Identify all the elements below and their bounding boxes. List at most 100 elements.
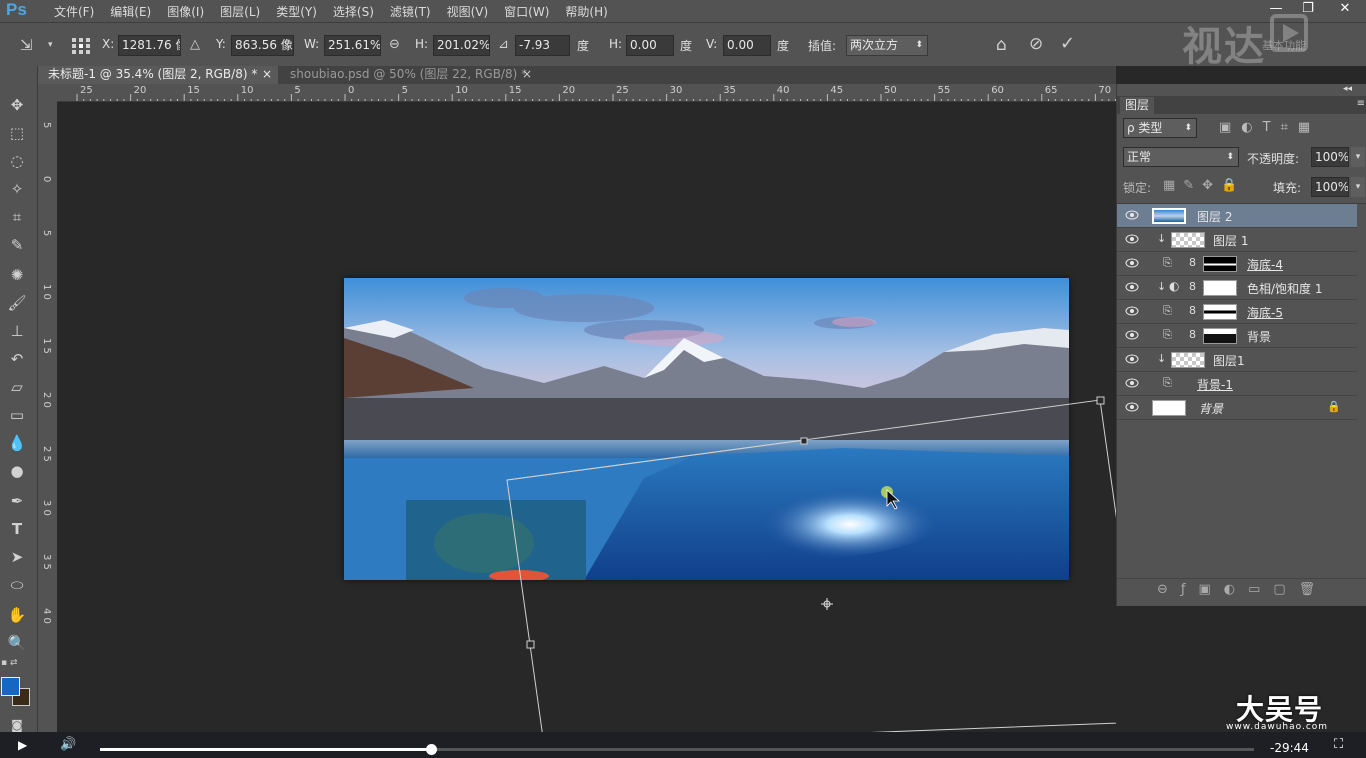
dodge-tool-icon[interactable]: ● <box>5 460 29 482</box>
reference-point-icon[interactable] <box>70 36 92 56</box>
transform-tool-icon[interactable]: ⇲ <box>20 38 33 53</box>
menu-select[interactable]: 选择(S) <box>325 3 382 20</box>
volume-icon[interactable]: 🔊 <box>60 737 76 752</box>
opacity-dropdown-icon[interactable]: ▾ <box>1351 147 1365 167</box>
menu-help[interactable]: 帮助(H) <box>557 3 615 20</box>
transform-handle-left[interactable] <box>526 640 535 649</box>
transform-handle-top-right[interactable] <box>1096 396 1105 405</box>
pen-tool-icon[interactable]: ✒ <box>5 490 29 512</box>
transform-center-icon[interactable] <box>821 598 833 610</box>
magic-wand-tool-icon[interactable]: ✧ <box>5 178 29 200</box>
visibility-eye-icon[interactable] <box>1125 210 1139 220</box>
visibility-eye-icon[interactable] <box>1125 234 1139 244</box>
tab-close-icon[interactable]: × <box>262 66 272 83</box>
panel-menu-icon[interactable]: ≡ <box>1357 98 1365 109</box>
blend-mode-select[interactable]: 正常 ⬍ <box>1123 147 1239 167</box>
ellipse-tool-icon[interactable]: ⬭ <box>5 574 29 596</box>
visibility-eye-icon[interactable] <box>1125 282 1139 292</box>
close-window-button[interactable]: ✕ <box>1324 0 1366 20</box>
menu-layer[interactable]: 图层(L) <box>212 3 268 20</box>
tab-untitled-1[interactable]: 未标题-1 @ 35.4% (图层 2, RGB/8) * × <box>38 66 278 84</box>
marquee-tool-icon[interactable]: ⬚ <box>5 122 29 144</box>
swap-colors-icon[interactable]: ▪ ⇄ <box>1 658 37 670</box>
vertical-ruler[interactable]: 5 0 5 1 0 1 5 2 0 2 5 3 0 3 5 4 0 <box>38 102 57 732</box>
tab-shoubiao[interactable]: shoubiao.psd @ 50% (图层 22, RGB/8) * × <box>280 66 540 84</box>
mask-link-icon[interactable]: 8 <box>1189 304 1196 317</box>
mask-link-icon[interactable]: 8 <box>1189 256 1196 269</box>
menu-window[interactable]: 窗口(W) <box>496 3 557 20</box>
layer-filter-icons[interactable]: ▣◐T⌗▦ <box>1219 120 1320 135</box>
layer-mask-thumbnail[interactable] <box>1203 328 1237 344</box>
workspace-switcher[interactable]: 基本功能 <box>1262 37 1306 53</box>
history-brush-tool-icon[interactable]: ↶ <box>5 348 29 370</box>
mask-link-icon[interactable]: 8 <box>1189 328 1196 341</box>
menu-file[interactable]: 文件(F) <box>46 3 102 20</box>
video-progress-bar[interactable] <box>100 744 1254 755</box>
horizontal-ruler[interactable]: 25 20 15 10 5 0 5 10 15 20 25 30 35 40 45 50 55 60 65 70 <box>57 84 1116 102</box>
height-field[interactable]: 201.02% <box>433 35 490 56</box>
menu-filter[interactable]: 滤镜(T) <box>382 3 439 20</box>
brush-tool-icon[interactable]: 🖌 <box>5 292 29 314</box>
layer-action-icons[interactable]: ⊖ƒ▣◐▭▢🗑 <box>1157 582 1328 597</box>
layer-row-hue-saturation-1[interactable]: ↓ ◐ 8 色相/饱和度 1 <box>1117 276 1357 300</box>
skew-h-field[interactable]: 0.00 <box>626 35 674 56</box>
layer-mask-thumbnail[interactable] <box>1203 304 1237 320</box>
gradient-tool-icon[interactable]: ▭ <box>5 404 29 426</box>
commit-transform-icon[interactable]: ✓ <box>1060 35 1075 53</box>
transform-bounding-box[interactable] <box>57 102 1116 732</box>
relative-position-icon[interactable]: △ <box>190 38 200 51</box>
fullscreen-icon[interactable]: ⛶ <box>1334 737 1343 752</box>
menu-view[interactable]: 视图(V) <box>439 3 497 20</box>
blur-tool-icon[interactable]: 💧 <box>5 432 29 454</box>
mask-link-icon[interactable]: 8 <box>1189 280 1196 293</box>
type-tool-icon[interactable]: T <box>5 518 29 540</box>
skew-v-field[interactable]: 0.00 <box>723 35 771 56</box>
layer-row-layer1-b[interactable]: ↓ 图层1 <box>1117 348 1357 372</box>
link-icon[interactable]: ⊖ <box>389 38 400 51</box>
menu-type[interactable]: 类型(Y) <box>268 3 325 20</box>
fill-field[interactable]: 100% <box>1311 177 1349 197</box>
layer-mask-thumbnail[interactable] <box>1203 280 1237 296</box>
tab-close-icon[interactable]: × <box>522 66 532 83</box>
eraser-tool-icon[interactable]: ▱ <box>5 376 29 398</box>
opacity-field[interactable]: 100% <box>1311 147 1349 167</box>
menu-edit[interactable]: 编辑(E) <box>102 3 159 20</box>
layer-row-background[interactable]: 背景 🔒 <box>1117 396 1357 420</box>
clone-stamp-tool-icon[interactable]: ⊥ <box>5 320 29 342</box>
path-selection-tool-icon[interactable]: ➤ <box>5 546 29 568</box>
y-position-field[interactable]: 863.56 像 <box>231 35 294 56</box>
visibility-eye-icon[interactable] <box>1125 330 1139 340</box>
layer-row-seabed-4[interactable]: ⎘ 8 海底-4 <box>1117 252 1357 276</box>
width-field[interactable]: 251.61% <box>324 35 381 56</box>
visibility-eye-icon[interactable] <box>1125 378 1139 388</box>
layer-row-layer2[interactable]: 图层 2 <box>1117 204 1357 228</box>
interpolation-select[interactable]: 两次立方 ⬍ <box>846 35 928 56</box>
fill-dropdown-icon[interactable]: ▾ <box>1351 177 1365 197</box>
visibility-eye-icon[interactable] <box>1125 354 1139 364</box>
canvas-area[interactable] <box>57 102 1116 732</box>
move-tool-icon[interactable]: ✥ <box>5 94 29 116</box>
layer-row-layer1[interactable]: ↓ 图层 1 <box>1117 228 1357 252</box>
lasso-tool-icon[interactable]: ◌ <box>5 150 29 172</box>
rotation-angle-field[interactable]: -7.93 <box>515 35 570 56</box>
transform-handle-top[interactable] <box>800 437 808 445</box>
foreground-color-swatch[interactable] <box>1 677 20 696</box>
visibility-eye-icon[interactable] <box>1125 258 1139 268</box>
eyedropper-tool-icon[interactable]: ✎ <box>5 234 29 256</box>
ruler-origin[interactable] <box>38 84 57 102</box>
visibility-eye-icon[interactable] <box>1125 306 1139 316</box>
visibility-eye-icon[interactable] <box>1125 402 1139 412</box>
layer-filter-select[interactable]: ρ 类型 ⬍ <box>1123 118 1197 138</box>
warp-mode-icon[interactable]: ⌂ <box>996 37 1007 54</box>
crop-tool-icon[interactable]: ⌗ <box>5 206 29 228</box>
layer-row-seabed-5[interactable]: ⎘ 8 海底-5 <box>1117 300 1357 324</box>
layers-tab[interactable]: 图层 <box>1120 97 1155 114</box>
layer-mask-thumbnail[interactable] <box>1203 256 1237 272</box>
menu-image[interactable]: 图像(I) <box>159 3 212 20</box>
hand-tool-icon[interactable]: ✋ <box>5 604 29 626</box>
x-position-field[interactable]: 1281.76 像 <box>118 35 181 56</box>
collapse-panel-icon[interactable]: ◂◂ <box>1343 84 1352 94</box>
dropdown-arrow-icon[interactable]: ▾ <box>48 41 53 50</box>
layer-row-background-1[interactable]: ⎘ 背景-1 <box>1117 372 1357 396</box>
cancel-transform-icon[interactable]: ⊘ <box>1029 36 1043 53</box>
